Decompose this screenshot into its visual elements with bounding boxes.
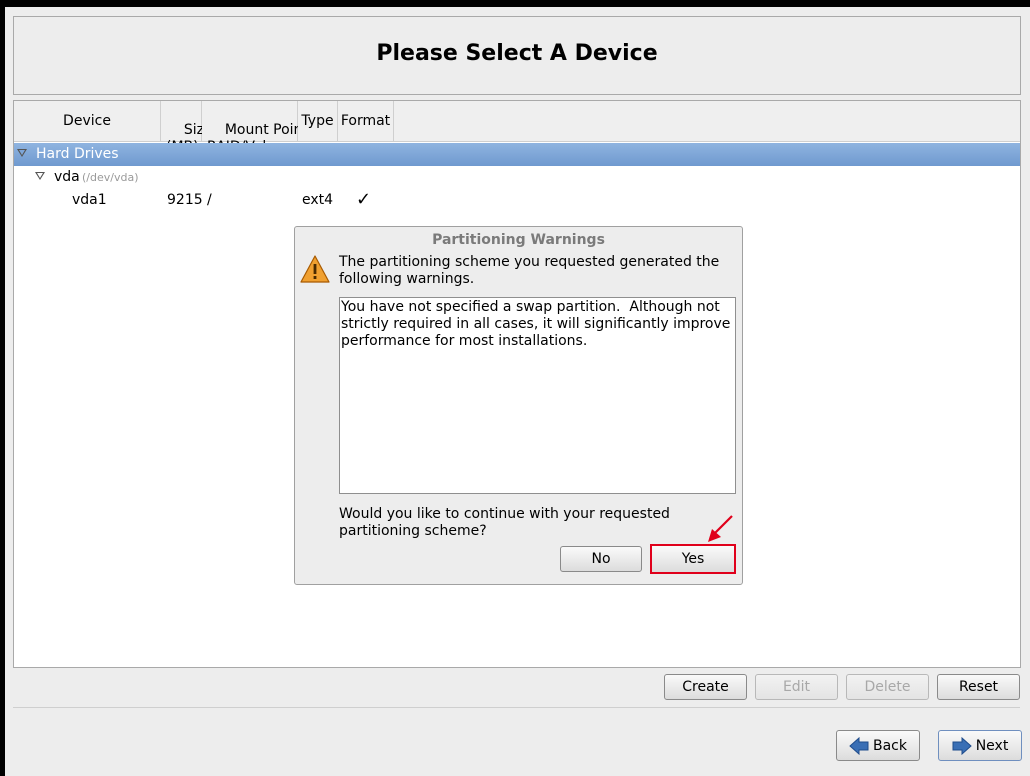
- column-label: Format: [340, 112, 391, 129]
- partitioning-warnings-dialog: Partitioning Warnings The partitioning s…: [294, 226, 743, 585]
- yes-button[interactable]: Yes: [650, 544, 736, 574]
- title-panel: Please Select A Device: [13, 16, 1021, 95]
- format-check-icon: ✓: [356, 189, 372, 210]
- button-label: Edit: [782, 679, 811, 695]
- column-header-device[interactable]: Device: [14, 101, 161, 142]
- separator: [13, 707, 1020, 708]
- column-header-format[interactable]: Format: [338, 101, 394, 142]
- page-title: Please Select A Device: [376, 41, 658, 66]
- button-label: Yes: [681, 551, 705, 567]
- column-header-mount[interactable]: Mount Point/ RAID/Volume: [202, 101, 313, 155]
- delete-button[interactable]: Delete: [846, 674, 929, 700]
- reset-button[interactable]: Reset: [937, 674, 1020, 700]
- expander-open-icon[interactable]: [17, 149, 27, 157]
- edit-button[interactable]: Edit: [755, 674, 838, 700]
- partition-device: vda1: [72, 192, 107, 208]
- tree-label: Hard Drives: [36, 146, 119, 162]
- warnings-textarea[interactable]: You have not specified a swap partition.…: [339, 297, 736, 494]
- expander-open-icon[interactable]: [35, 172, 45, 180]
- dialog-message: The partitioning scheme you requested ge…: [339, 254, 720, 287]
- column-header-filler: [394, 101, 1020, 142]
- back-button[interactable]: Back: [836, 730, 920, 761]
- create-button[interactable]: Create: [664, 674, 747, 700]
- column-label: Type: [301, 112, 334, 129]
- dialog-question: Would you like to continue with your req…: [339, 506, 670, 539]
- no-button[interactable]: No: [560, 546, 642, 572]
- annotation-arrow-icon: [708, 515, 733, 542]
- next-arrow-icon: [952, 736, 972, 755]
- column-header-size[interactable]: Size (MB): [161, 101, 213, 155]
- button-label: Delete: [864, 679, 911, 695]
- tree-row-vda1[interactable]: vda1 9215 / ext4 ✓: [14, 189, 1020, 212]
- tree-row-hard-drives[interactable]: Hard Drives: [14, 143, 1020, 166]
- disk-name: vda: [54, 169, 80, 185]
- dialog-title: Partitioning Warnings: [432, 232, 605, 248]
- button-label: Reset: [958, 679, 999, 695]
- column-header-type[interactable]: Type: [298, 101, 338, 142]
- partition-type: ext4: [302, 192, 334, 208]
- button-label: No: [591, 551, 611, 567]
- tree-row-vda[interactable]: vda (/dev/vda): [14, 166, 1020, 189]
- next-button[interactable]: Next: [938, 730, 1022, 761]
- back-arrow-icon: [849, 736, 869, 755]
- warning-icon: [300, 255, 330, 283]
- disk-path: (/dev/vda): [82, 171, 139, 184]
- column-label: Device: [63, 112, 111, 129]
- button-label: Next: [975, 737, 1009, 754]
- partition-size: 9215: [167, 192, 203, 208]
- button-label: Create: [682, 679, 729, 695]
- button-label: Back: [873, 737, 907, 754]
- partition-mount: /: [207, 192, 212, 208]
